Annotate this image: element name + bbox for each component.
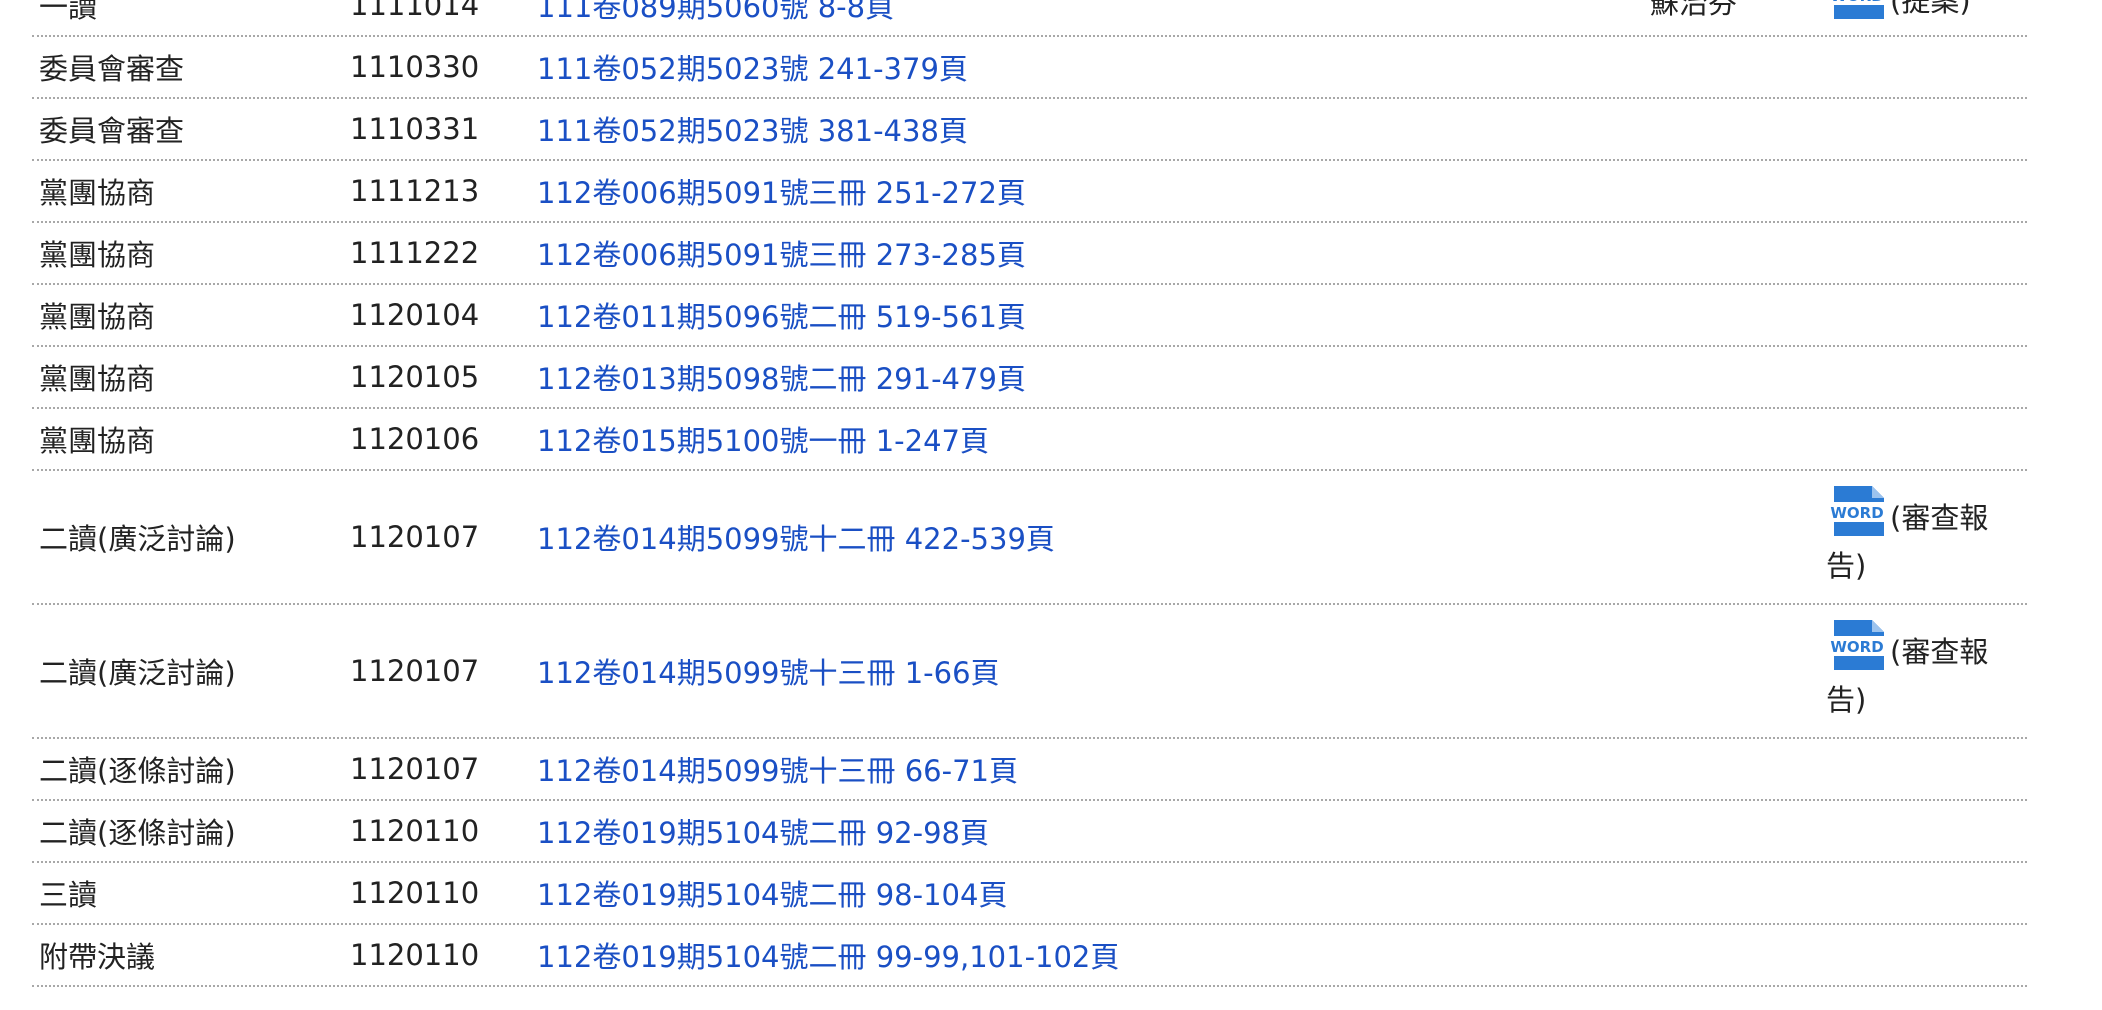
- svg-text:WORD: WORD: [1830, 504, 1883, 522]
- proposer-name: 蘇治芬: [1650, 0, 1738, 20]
- stage-cell: 黨團協商: [39, 176, 156, 210]
- date-cell: 1110330: [350, 50, 480, 84]
- gazette-link[interactable]: 112卷019期5104號二冊 92-98頁: [537, 810, 989, 852]
- table-row: 附帶決議 1120110 112卷019期5104號二冊 99-99,101-1…: [32, 925, 2027, 987]
- table-row: 委員會審查 1110331 111卷052期5023號 381-438頁: [32, 99, 2027, 161]
- table-row: 二讀(廣泛討論) 1120107 112卷014期5099號十三冊 1-66頁 …: [32, 605, 2027, 739]
- gazette-link[interactable]: 112卷011期5096號二冊 519-561頁: [537, 294, 1026, 336]
- stage-cell: 委員會審查: [39, 52, 185, 86]
- stage-cell: 二讀(廣泛討論): [39, 656, 236, 690]
- table-row: 黨團協商 1120104 112卷011期5096號二冊 519-561頁: [32, 285, 2027, 347]
- date-cell: 1111222: [350, 236, 480, 270]
- table-row: 委員會審查 1110330 111卷052期5023號 241-379頁: [32, 37, 2027, 99]
- stage-cell: 黨團協商: [39, 424, 156, 458]
- stage-cell: 三讀: [39, 878, 98, 912]
- date-cell: 1120110: [350, 876, 480, 910]
- document-cell: WORD (審查報告): [1826, 605, 2026, 737]
- svg-text:WORD: WORD: [1830, 638, 1883, 656]
- stage-cell: 黨團協商: [39, 362, 156, 396]
- date-cell: 1110331: [350, 112, 480, 146]
- date-cell: 1120107: [350, 654, 480, 688]
- table-row: 黨團協商 1111222 112卷006期5091號三冊 273-285頁: [32, 223, 2027, 285]
- gazette-link[interactable]: 111卷089期5060號 8-8頁: [537, 0, 894, 26]
- document-cell: WORD (提案): [1826, 0, 2026, 35]
- stage-cell: 二讀(逐條討論): [39, 754, 236, 788]
- gazette-link[interactable]: 112卷014期5099號十三冊 1-66頁: [537, 650, 1000, 692]
- table-row: 黨團協商 1120106 112卷015期5100號一冊 1-247頁: [32, 409, 2027, 471]
- table-row: 黨團協商 1120105 112卷013期5098號二冊 291-479頁: [32, 347, 2027, 409]
- proceedings-table: 一讀 1111014 111卷089期5060號 8-8頁 蘇治芬 WORD (…: [32, 0, 2027, 987]
- table-row: 二讀(逐條討論) 1120107 112卷014期5099號十三冊 66-71頁: [32, 739, 2027, 801]
- date-cell: 1120107: [350, 752, 480, 786]
- gazette-link[interactable]: 111卷052期5023號 381-438頁: [537, 108, 968, 150]
- date-cell: 1111014: [350, 0, 480, 22]
- stage-cell: 附帶決議: [39, 940, 156, 974]
- stage-cell: 二讀(廣泛討論): [39, 522, 236, 556]
- stage-cell: 二讀(逐條討論): [39, 816, 236, 850]
- table-row: 二讀(逐條討論) 1120110 112卷019期5104號二冊 92-98頁: [32, 801, 2027, 863]
- date-cell: 1120110: [350, 938, 480, 972]
- date-cell: 1120107: [350, 520, 480, 554]
- word-icon[interactable]: WORD: [1826, 484, 1890, 538]
- table-row: 黨團協商 1111213 112卷006期5091號三冊 251-272頁: [32, 161, 2027, 223]
- date-cell: 1120105: [350, 360, 480, 394]
- stage-cell: 委員會審查: [39, 114, 185, 148]
- gazette-link[interactable]: 112卷006期5091號三冊 251-272頁: [537, 170, 1026, 212]
- date-cell: 1120110: [350, 814, 480, 848]
- gazette-link[interactable]: 112卷006期5091號三冊 273-285頁: [537, 232, 1026, 274]
- gazette-link[interactable]: 112卷014期5099號十三冊 66-71頁: [537, 748, 1018, 790]
- gazette-link[interactable]: 112卷015期5100號一冊 1-247頁: [537, 418, 989, 460]
- stage-cell: 黨團協商: [39, 238, 156, 272]
- table-row: 二讀(廣泛討論) 1120107 112卷014期5099號十二冊 422-53…: [32, 471, 2027, 605]
- date-cell: 1111213: [350, 174, 480, 208]
- stage-cell: 黨團協商: [39, 300, 156, 334]
- date-cell: 1120104: [350, 298, 480, 332]
- svg-text:WORD: WORD: [1830, 0, 1883, 5]
- word-icon[interactable]: WORD: [1826, 0, 1890, 21]
- gazette-link[interactable]: 112卷019期5104號二冊 98-104頁: [537, 872, 1007, 914]
- table-row: 三讀 1120110 112卷019期5104號二冊 98-104頁: [32, 863, 2027, 925]
- stage-cell: 一讀: [39, 0, 98, 24]
- gazette-link[interactable]: 112卷019期5104號二冊 99-99,101-102頁: [537, 934, 1119, 976]
- table-row: 一讀 1111014 111卷089期5060號 8-8頁 蘇治芬 WORD (…: [32, 0, 2027, 37]
- gazette-link[interactable]: 112卷014期5099號十二冊 422-539頁: [537, 516, 1055, 558]
- word-icon[interactable]: WORD: [1826, 618, 1890, 672]
- gazette-link[interactable]: 112卷013期5098號二冊 291-479頁: [537, 356, 1026, 398]
- date-cell: 1120106: [350, 422, 480, 456]
- document-cell: WORD (審查報告): [1826, 471, 2026, 603]
- gazette-link[interactable]: 111卷052期5023號 241-379頁: [537, 46, 968, 88]
- document-note: (提案): [1890, 0, 1971, 18]
